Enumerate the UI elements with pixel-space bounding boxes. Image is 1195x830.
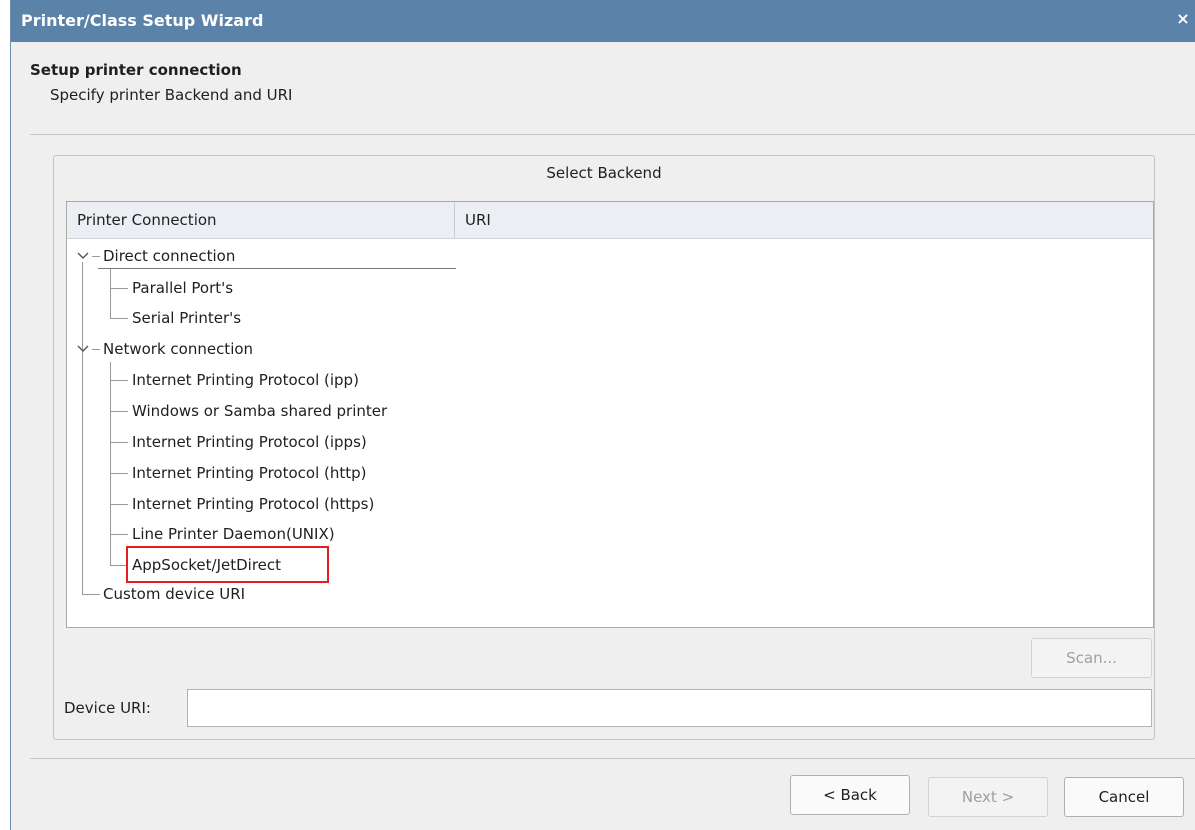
scan-button[interactable]: Scan...: [1031, 638, 1152, 678]
tree-connector: [110, 269, 111, 318]
tree-connector: [110, 318, 128, 319]
chevron-down-icon[interactable]: [76, 342, 90, 356]
column-header-uri[interactable]: URI: [465, 211, 491, 229]
tree-item-custom-uri[interactable]: Custom device URI: [103, 583, 245, 605]
highlight-box: [126, 546, 329, 583]
window-title: Printer/Class Setup Wizard: [21, 11, 264, 30]
column-header-printer-connection[interactable]: Printer Connection: [77, 211, 217, 229]
next-button[interactable]: Next >: [928, 777, 1048, 817]
chevron-down-icon[interactable]: [76, 249, 90, 263]
tree-header: Printer Connection URI: [67, 202, 1153, 239]
tree-item-parallel-port[interactable]: Parallel Port's: [132, 277, 233, 299]
tree-connector: [110, 504, 128, 505]
tree-item-lpd[interactable]: Line Printer Daemon(UNIX): [132, 523, 335, 545]
page-subtitle: Specify printer Backend and URI: [50, 86, 293, 104]
tree-connector: [92, 349, 100, 350]
tree-connector: [82, 262, 83, 594]
tree-connector: [82, 594, 100, 595]
column-divider[interactable]: [454, 202, 455, 238]
tree-connector: [110, 442, 128, 443]
cancel-button[interactable]: Cancel: [1064, 777, 1184, 817]
tree-connector: [92, 256, 100, 257]
backend-tree[interactable]: Printer Connection URI Direct connection…: [66, 201, 1154, 628]
title-bar[interactable]: Printer/Class Setup Wizard ×: [11, 0, 1195, 42]
tree-item-network-connection[interactable]: Network connection: [103, 338, 253, 360]
tree-connector: [110, 473, 128, 474]
device-uri-label: Device URI:: [64, 699, 151, 717]
footer-divider: [30, 758, 1195, 759]
tree-item-ipp[interactable]: Internet Printing Protocol (ipp): [132, 369, 359, 391]
tree-item-underline: [98, 268, 456, 269]
tree-connector: [110, 534, 128, 535]
tree-item-https[interactable]: Internet Printing Protocol (https): [132, 493, 374, 515]
tree-item-ipps[interactable]: Internet Printing Protocol (ipps): [132, 431, 367, 453]
tree-item-direct-connection[interactable]: Direct connection: [103, 245, 235, 267]
back-button[interactable]: < Back: [790, 775, 910, 815]
wizard-window: Printer/Class Setup Wizard × Setup print…: [10, 0, 1195, 830]
group-title: Select Backend: [546, 164, 662, 182]
header-divider: [30, 134, 1195, 135]
close-icon[interactable]: ×: [1174, 10, 1192, 28]
page-title: Setup printer connection: [30, 61, 242, 79]
tree-item-serial-printer[interactable]: Serial Printer's: [132, 307, 241, 329]
tree-connector: [110, 411, 128, 412]
tree-item-samba[interactable]: Windows or Samba shared printer: [132, 400, 387, 422]
tree-connector: [110, 380, 128, 381]
device-uri-input[interactable]: [187, 689, 1152, 727]
tree-item-http[interactable]: Internet Printing Protocol (http): [132, 462, 367, 484]
tree-connector: [110, 288, 128, 289]
select-backend-group: Select Backend Printer Connection URI Di…: [53, 155, 1155, 740]
